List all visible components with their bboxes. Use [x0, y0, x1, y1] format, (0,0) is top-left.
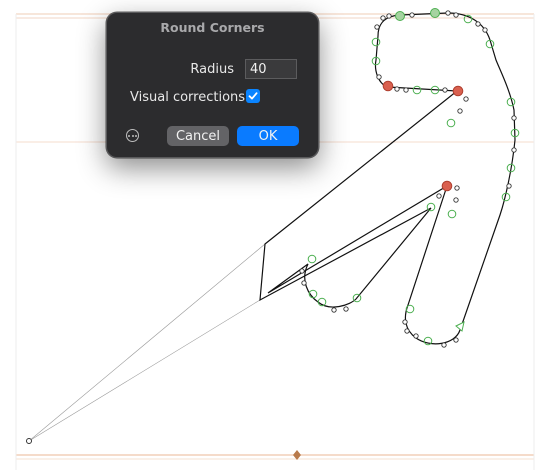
on-curve-point[interactable]	[453, 197, 459, 203]
smooth-point[interactable]	[412, 85, 422, 95]
on-curve-point[interactable]	[454, 185, 460, 191]
visual-corrections-checkbox[interactable]	[246, 89, 260, 103]
checkmark-icon	[248, 92, 258, 100]
on-curve-point[interactable]	[374, 24, 380, 30]
smooth-point[interactable]	[307, 254, 317, 264]
on-curve-point[interactable]	[394, 86, 400, 92]
on-curve-point[interactable]	[506, 183, 512, 189]
on-curve-point[interactable]	[404, 328, 410, 334]
smooth-point[interactable]	[405, 304, 415, 314]
round-corners-dialog: Round Corners Radius Visual corrections …	[106, 12, 319, 158]
on-curve-point[interactable]	[453, 12, 459, 18]
off-curve-point[interactable]	[26, 438, 32, 444]
on-curve-point[interactable]	[453, 337, 459, 343]
on-curve-point[interactable]	[511, 147, 517, 153]
on-curve-point[interactable]	[331, 307, 337, 313]
on-curve-point[interactable]	[413, 333, 419, 339]
cancel-button[interactable]: Cancel	[167, 126, 229, 146]
on-curve-point[interactable]	[376, 74, 382, 80]
smooth-point[interactable]	[446, 118, 456, 128]
dialog-title: Round Corners	[160, 20, 265, 35]
smooth-point[interactable]	[426, 202, 436, 212]
on-curve-point[interactable]	[380, 15, 386, 21]
on-curve-point[interactable]	[299, 268, 305, 274]
on-curve-point[interactable]	[475, 21, 481, 27]
on-curve-point[interactable]	[441, 342, 447, 348]
on-curve-point[interactable]	[482, 27, 488, 33]
more-options-icon[interactable]	[126, 129, 139, 142]
on-curve-point[interactable]	[301, 280, 307, 286]
on-curve-point[interactable]	[445, 10, 451, 16]
on-curve-point[interactable]	[343, 306, 349, 312]
selected-corner-point[interactable]	[452, 85, 464, 97]
handle-line	[28, 243, 266, 442]
on-curve-point[interactable]	[436, 193, 442, 199]
smooth-point[interactable]	[395, 11, 405, 21]
on-curve-point[interactable]	[403, 87, 409, 93]
handle-line	[28, 299, 261, 442]
start-point-marker[interactable]	[455, 321, 465, 332]
selected-corner-point[interactable]	[441, 180, 453, 192]
smooth-point[interactable]	[430, 8, 440, 18]
visual-corrections-label: Visual corrections	[130, 90, 246, 105]
ok-button[interactable]: OK	[237, 126, 299, 146]
outline-points[interactable]	[299, 8, 520, 348]
on-curve-point[interactable]	[386, 13, 392, 19]
on-curve-point[interactable]	[442, 87, 448, 93]
radius-label: Radius	[190, 62, 234, 77]
on-curve-point[interactable]	[402, 319, 408, 325]
on-curve-point[interactable]	[409, 12, 415, 18]
radius-input[interactable]	[245, 59, 297, 79]
selected-corner-point[interactable]	[382, 80, 394, 92]
on-curve-point[interactable]	[463, 96, 469, 102]
smooth-point[interactable]	[371, 37, 381, 47]
smooth-point[interactable]	[447, 209, 457, 219]
on-curve-point[interactable]	[511, 115, 517, 121]
on-curve-point[interactable]	[457, 108, 463, 114]
